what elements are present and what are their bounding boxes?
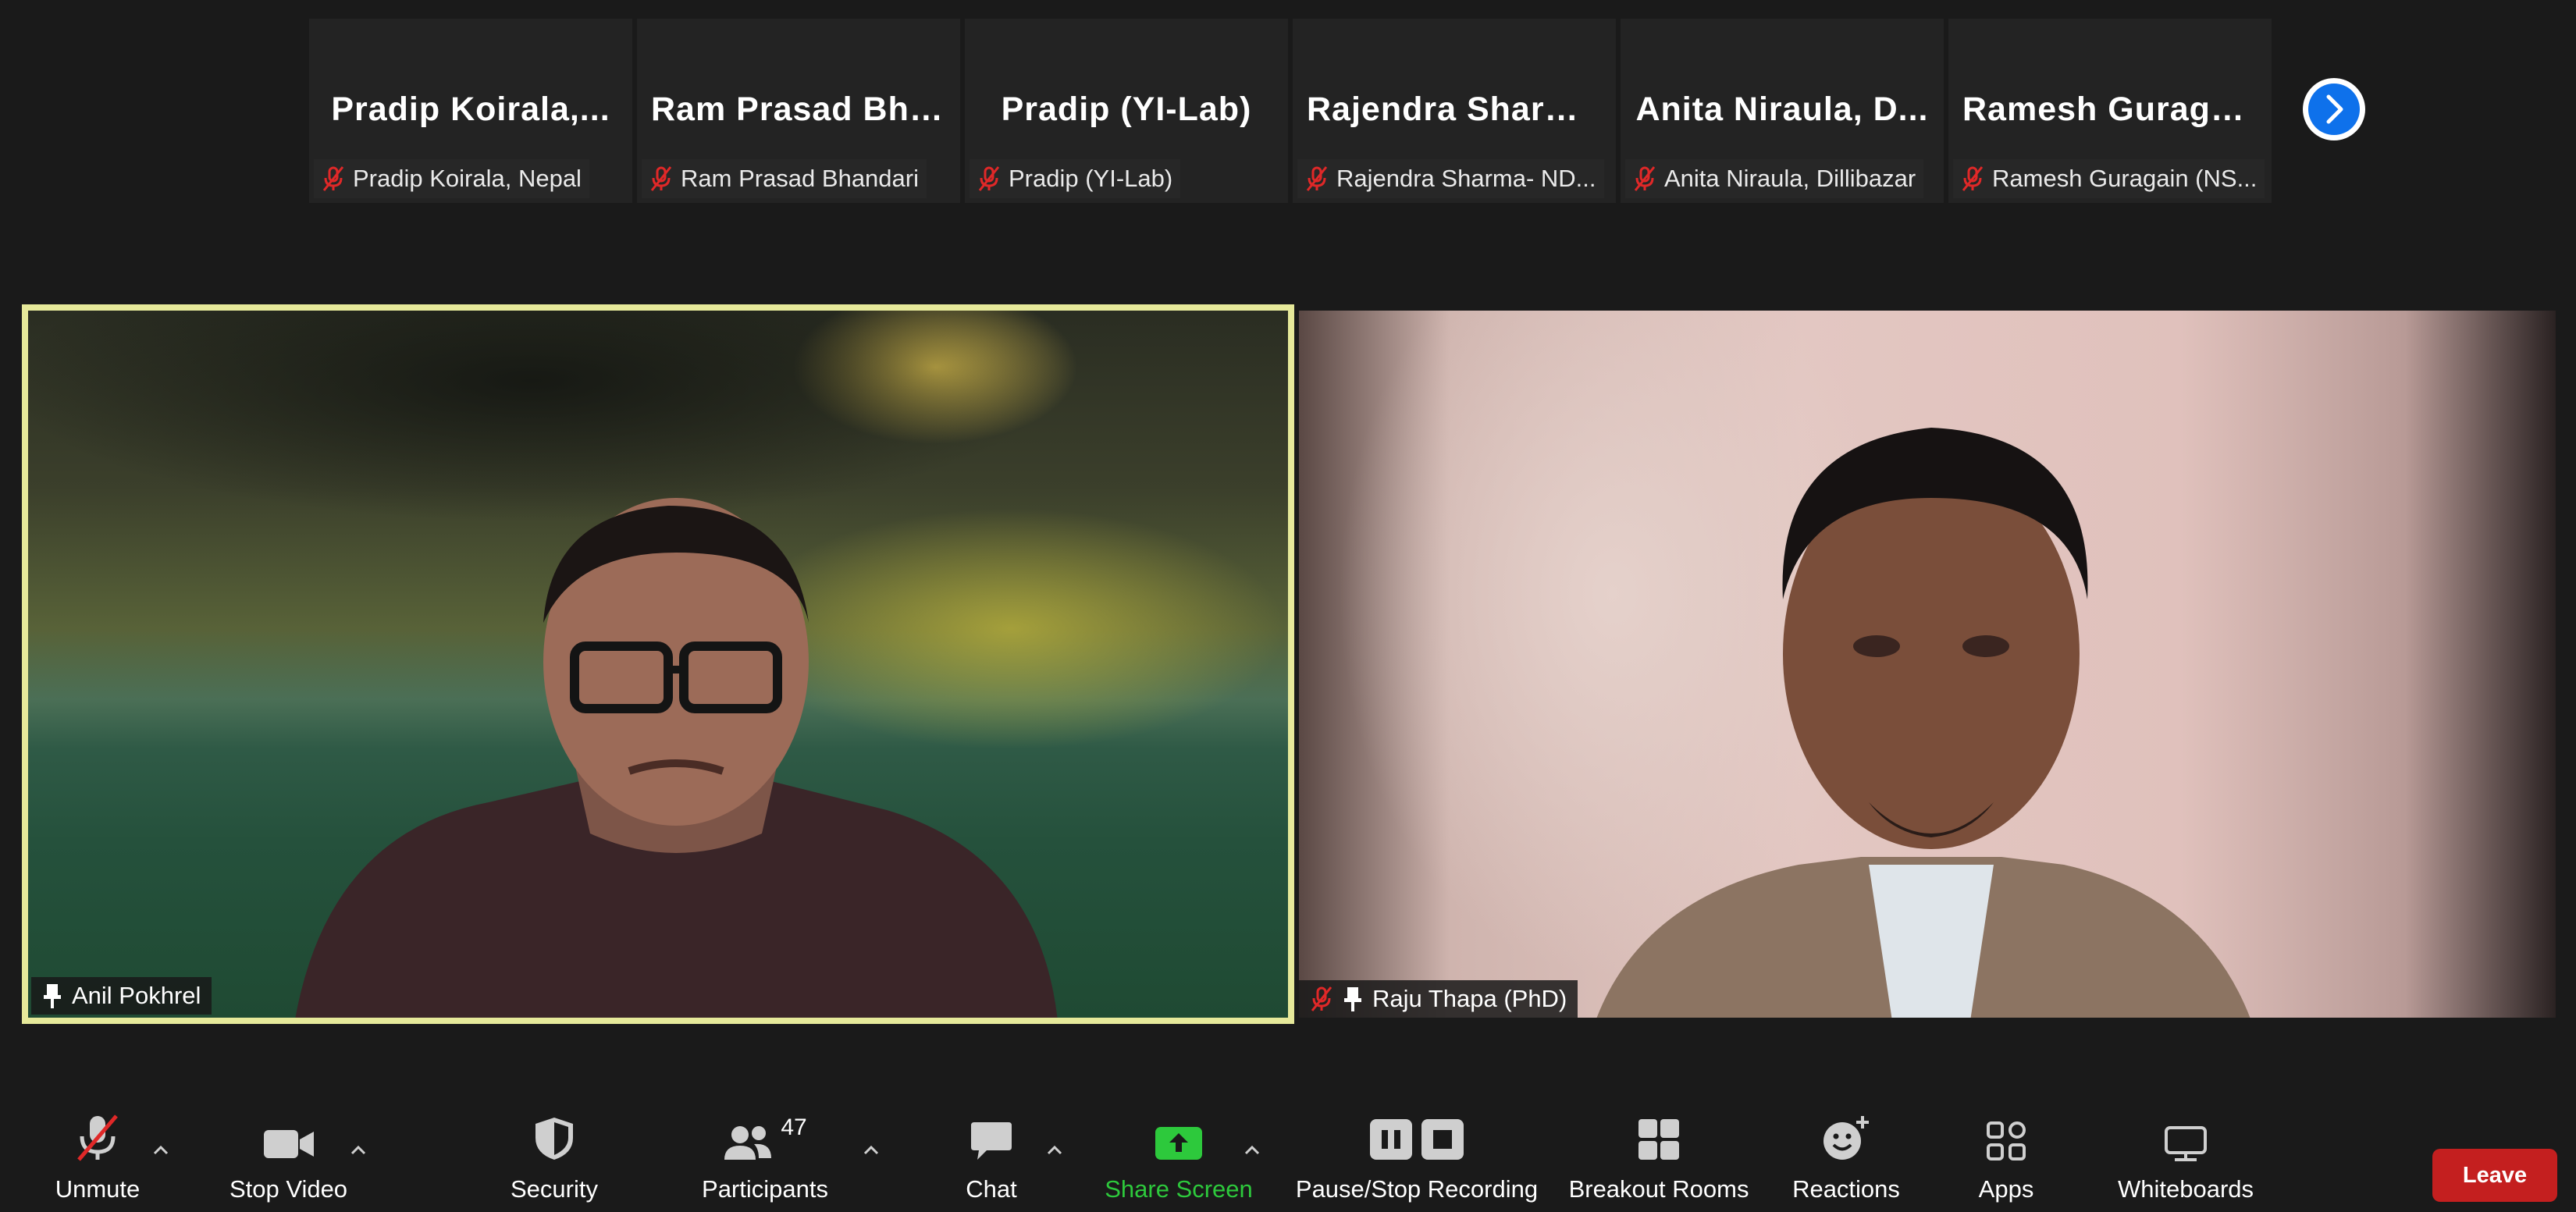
video-camera-icon (262, 1108, 315, 1161)
pause-stop-recording-button[interactable]: Pause/Stop Recording (1292, 1108, 1542, 1203)
stop-video-label: Stop Video (229, 1175, 348, 1203)
breakout-rooms-button[interactable]: Breakout Rooms (1569, 1108, 1749, 1203)
unmute-button[interactable]: Unmute (47, 1108, 148, 1203)
speaker-figure (295, 498, 1058, 1018)
whiteboard-icon (2164, 1108, 2208, 1161)
participants-button[interactable]: 47 Participants (687, 1108, 843, 1203)
participant-label-text: Rajendra Sharma- ND... (1336, 165, 1596, 192)
security-label: Security (511, 1175, 598, 1203)
participant-display-name: Rajendra Sharm... (1307, 91, 1606, 128)
pin-icon (1344, 987, 1361, 1011)
participant-thumbnail-strip: Pradip Koirala,... Pradip Koirala, Nepal… (309, 19, 2272, 203)
participants-count: 47 (781, 1114, 807, 1140)
chevron-up-icon[interactable] (1046, 1144, 1063, 1155)
participant-name-label: Rajendra Sharma- ND... (1297, 159, 1604, 198)
participant-thumbnail[interactable]: Pradip Koirala,... Pradip Koirala, Nepal (309, 19, 632, 203)
participant-thumbnail[interactable]: Ram Prasad Bha... Ram Prasad Bhandari (637, 19, 960, 203)
chevron-up-icon[interactable] (1244, 1144, 1261, 1155)
participants-label: Participants (702, 1175, 828, 1203)
participant-label-text: Pradip Koirala, Nepal (353, 165, 582, 192)
participants-icon (724, 1126, 772, 1160)
shield-icon (534, 1108, 575, 1161)
participants-icon-group: 47 (723, 1108, 807, 1161)
muted-mic-icon (1306, 166, 1328, 191)
participant-name-label: Pradip (YI-Lab) (970, 159, 1181, 198)
participant-label-text: Ramesh Guragain (NS... (1992, 165, 2258, 192)
share-screen-icon (1154, 1108, 1204, 1161)
muted-mic-icon (1311, 986, 1332, 1011)
participant-display-name: Ram Prasad Bha... (651, 91, 959, 128)
meeting-toolbar: Unmute Stop Video Security 47 Participan… (0, 1108, 2576, 1212)
share-screen-label: Share Screen (1105, 1175, 1253, 1203)
apps-label: Apps (1978, 1175, 2034, 1203)
apps-button[interactable]: Apps (1967, 1108, 2045, 1203)
muted-mic-icon (1634, 166, 1656, 191)
participant-video[interactable]: Raju Thapa (PhD) (1299, 311, 2556, 1018)
unmute-label: Unmute (55, 1175, 141, 1203)
whiteboards-button[interactable]: Whiteboards (2108, 1108, 2264, 1203)
participant-thumbnail[interactable]: Anita Niraula, D... Anita Niraula, Dilli… (1621, 19, 1944, 203)
reactions-button[interactable]: Reactions (1788, 1108, 1905, 1203)
muted-mic-icon (1962, 166, 1984, 191)
participant-figure (1596, 428, 2250, 1018)
participant-thumbnail[interactable]: Ramesh Guraga... Ramesh Guragain (NS... (1948, 19, 2272, 203)
chat-label: Chat (966, 1175, 1017, 1203)
leave-button[interactable]: Leave (2432, 1149, 2557, 1202)
active-speaker-video[interactable]: Anil Pokhrel (22, 304, 1294, 1024)
participant-name-tag: Raju Thapa (PhD) (1299, 980, 1578, 1018)
chevron-up-icon[interactable] (350, 1144, 367, 1155)
next-page-button[interactable] (2303, 78, 2365, 140)
participant-thumbnail[interactable]: Pradip (YI-Lab) Pradip (YI-Lab) (965, 19, 1288, 203)
muted-mic-icon (74, 1108, 121, 1161)
participant-display-name: Ramesh Guraga... (1962, 91, 2261, 128)
breakout-rooms-label: Breakout Rooms (1568, 1175, 1749, 1203)
recording-controls-icons (1368, 1108, 1465, 1161)
apps-icon (1986, 1108, 2026, 1161)
chat-button[interactable]: Chat (952, 1108, 1030, 1203)
participant-name: Raju Thapa (PhD) (1372, 985, 1567, 1012)
participant-label-text: Pradip (YI-Lab) (1009, 165, 1173, 192)
reactions-label: Reactions (1792, 1175, 1900, 1203)
chevron-up-icon[interactable] (152, 1144, 169, 1155)
pin-icon (44, 984, 61, 1008)
pause-stop-icon (1370, 1119, 1464, 1160)
participant-name-label: Anita Niraula, Dillibazar (1625, 159, 1924, 198)
recording-label: Pause/Stop Recording (1295, 1175, 1539, 1203)
chat-bubble-icon (970, 1108, 1013, 1161)
participant-label-text: Ram Prasad Bhandari (681, 165, 919, 192)
participant-name-label: Pradip Koirala, Nepal (314, 159, 589, 198)
participant-display-name: Pradip (YI-Lab) (1001, 91, 1252, 128)
share-screen-button[interactable]: Share Screen (1101, 1108, 1257, 1203)
smiley-add-icon (1822, 1108, 1870, 1161)
muted-mic-icon (322, 166, 344, 191)
muted-mic-icon (650, 166, 672, 191)
breakout-rooms-icon (1637, 1108, 1681, 1161)
chevron-right-icon (2308, 84, 2360, 135)
participant-name-label: Ramesh Guragain (NS... (1953, 159, 2265, 198)
participant-display-name: Anita Niraula, D... (1635, 91, 1929, 128)
participant-label-text: Anita Niraula, Dillibazar (1664, 165, 1916, 192)
chevron-up-icon[interactable] (863, 1144, 880, 1155)
participant-thumbnail[interactable]: Rajendra Sharm... Rajendra Sharma- ND... (1293, 19, 1616, 203)
participant-name-label: Ram Prasad Bhandari (642, 159, 927, 198)
muted-mic-icon (978, 166, 1000, 191)
participant-display-name: Pradip Koirala,... (331, 91, 610, 128)
stop-video-button[interactable]: Stop Video (220, 1108, 357, 1203)
speaker-name: Anil Pokhrel (72, 982, 201, 1009)
speaker-name-tag: Anil Pokhrel (31, 977, 212, 1015)
security-button[interactable]: Security (500, 1108, 609, 1203)
whiteboards-label: Whiteboards (2117, 1175, 2254, 1203)
